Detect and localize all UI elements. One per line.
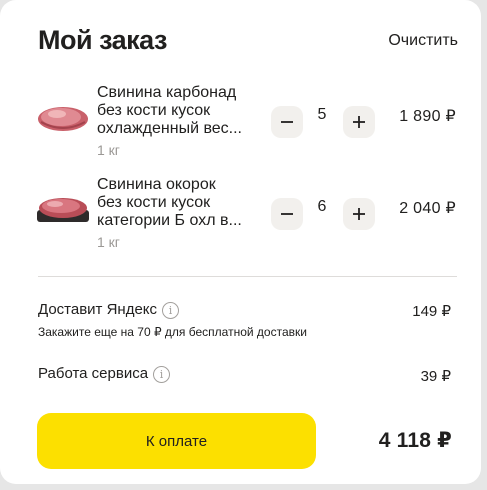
item-name-line: Свинина окорок — [97, 176, 216, 193]
item-quantity: 6 — [317, 198, 327, 215]
item-price: 2 040 ₽ — [399, 200, 456, 217]
item-name[interactable]: Свинина окорок без кости кусок категории… — [97, 176, 255, 230]
plus-icon — [353, 208, 365, 220]
divider — [38, 276, 457, 277]
delivery-row: Доставит Яндекс i — [38, 301, 180, 319]
clear-cart-button[interactable]: Очистить — [388, 30, 458, 52]
item-name-line: категории Б охл в... — [97, 212, 242, 229]
info-icon[interactable]: i — [153, 365, 171, 383]
cart-item: Свинина карбонад без кости кусок охлажде… — [0, 84, 481, 164]
service-price: 39 ₽ — [420, 368, 451, 385]
info-icon[interactable]: i — [162, 301, 180, 319]
item-name-line: Свинина карбонад — [97, 84, 237, 101]
item-name-line: без кости кусок — [97, 102, 211, 119]
minus-icon — [281, 121, 293, 123]
page-title: Мой заказ — [38, 25, 167, 55]
item-quantity: 5 — [317, 106, 327, 123]
pay-button[interactable]: К оплате — [37, 413, 316, 469]
item-name-line: без кости кусок — [97, 194, 211, 211]
pork-ham-tray-icon — [37, 198, 89, 222]
free-delivery-note: Закажите еще на 70 ₽ для бесплатной дост… — [38, 325, 307, 339]
plus-icon — [353, 116, 365, 128]
pork-loin-icon — [38, 107, 88, 131]
cart-item: Свинина окорок без кости кусок категории… — [0, 176, 481, 256]
increase-quantity-button[interactable] — [343, 198, 375, 230]
item-name-line: охлажденный вес... — [97, 120, 242, 137]
order-total: 4 118 ₽ — [378, 429, 452, 452]
order-card: Мой заказ Очистить Свинина карбонад без … — [0, 0, 481, 484]
increase-quantity-button[interactable] — [343, 106, 375, 138]
minus-icon — [281, 213, 293, 215]
decrease-quantity-button[interactable] — [271, 106, 303, 138]
delivery-label: Доставит Яндекс — [38, 301, 158, 318]
service-label: Работа сервиса — [38, 365, 149, 382]
item-name[interactable]: Свинина карбонад без кости кусок охлажде… — [97, 84, 255, 138]
item-weight: 1 кг — [97, 234, 120, 250]
delivery-price: 149 ₽ — [412, 303, 451, 320]
item-price: 1 890 ₽ — [399, 108, 456, 125]
decrease-quantity-button[interactable] — [271, 198, 303, 230]
service-row: Работа сервиса i — [38, 365, 171, 383]
item-weight: 1 кг — [97, 142, 120, 158]
